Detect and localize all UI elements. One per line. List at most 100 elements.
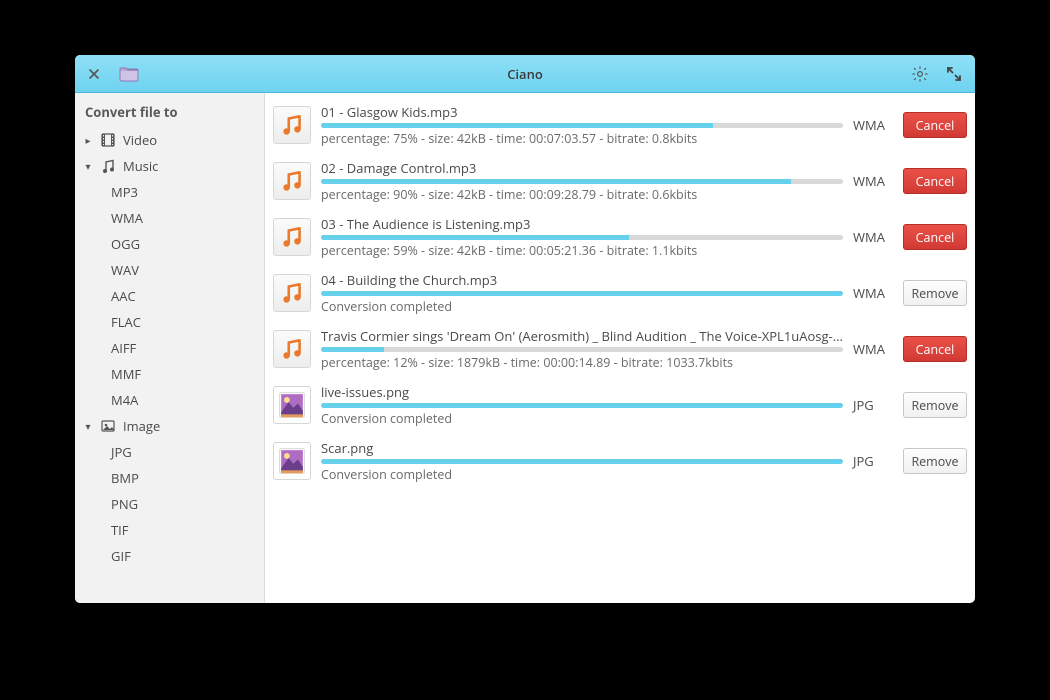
app-title: Ciano <box>75 65 975 83</box>
queue-item: live-issues.png Conversion completed JPG Re… <box>273 379 967 435</box>
category-label: Music <box>123 157 158 175</box>
open-folder-button[interactable] <box>115 62 143 86</box>
format-flac[interactable]: FLAC <box>75 309 264 335</box>
item-filename: 03 - The Audience is Listening.mp3 <box>321 215 843 233</box>
image-thumbnail <box>273 386 311 424</box>
item-status: Conversion completed <box>321 466 843 483</box>
music-note-icon <box>279 168 305 194</box>
audio-thumbnail <box>273 218 311 256</box>
category-image[interactable]: ▾ Image <box>75 413 264 439</box>
target-format: WMA <box>853 284 893 302</box>
format-aiff[interactable]: AIFF <box>75 335 264 361</box>
music-note-icon <box>279 280 305 306</box>
cancel-button[interactable]: Cancel <box>903 112 967 138</box>
format-ogg[interactable]: OGG <box>75 231 264 257</box>
chevron-right-icon: ▸ <box>83 131 93 149</box>
fullscreen-button[interactable] <box>941 61 967 87</box>
format-mp3[interactable]: MP3 <box>75 179 264 205</box>
folder-icon <box>119 66 139 82</box>
progress-bar <box>321 347 843 352</box>
item-status: percentage: 59% - size: 42kB - time: 00:… <box>321 242 843 259</box>
item-filename: 02 - Damage Control.mp3 <box>321 159 843 177</box>
settings-button[interactable] <box>907 61 933 87</box>
item-info: 01 - Glasgow Kids.mp3percentage: 75% - s… <box>321 103 843 147</box>
queue-item: 04 - Building the Church.mp3 Conversion c… <box>273 267 967 323</box>
progress-bar <box>321 123 843 128</box>
cancel-button[interactable]: Cancel <box>903 336 967 362</box>
music-note-icon <box>279 336 305 362</box>
category-label: Image <box>123 417 160 435</box>
target-format: JPG <box>853 396 893 414</box>
format-wav[interactable]: WAV <box>75 257 264 283</box>
item-filename: Travis Cormier sings 'Dream On' (Aerosmi… <box>321 327 843 345</box>
item-info: Scar.png Conversion completed <box>321 439 843 483</box>
progress-bar <box>321 179 843 184</box>
chevron-down-icon: ▾ <box>83 157 93 175</box>
progress-bar <box>321 291 843 296</box>
music-note-icon <box>279 112 305 138</box>
picture-icon <box>279 448 305 474</box>
item-info: 03 - The Audience is Listening.mp3 percen… <box>321 215 843 259</box>
close-icon <box>89 69 99 79</box>
expand-icon <box>947 67 961 81</box>
film-icon <box>99 132 117 148</box>
audio-thumbnail <box>273 274 311 312</box>
item-filename: 04 - Building the Church.mp3 <box>321 271 843 289</box>
category-label: Video <box>123 131 157 149</box>
picture-icon <box>279 392 305 418</box>
audio-thumbnail <box>273 106 311 144</box>
chevron-down-icon: ▾ <box>83 417 93 435</box>
remove-button[interactable]: Remove <box>903 392 967 418</box>
queue-item: 02 - Damage Control.mp3 percentage: 90% -… <box>273 155 967 211</box>
remove-button[interactable]: Remove <box>903 448 967 474</box>
format-m4a[interactable]: M4A <box>75 387 264 413</box>
target-format: JPG <box>853 452 893 470</box>
item-status: percentage: 12% - size: 1879kB - time: 0… <box>321 354 843 371</box>
format-png[interactable]: PNG <box>75 491 264 517</box>
format-tree: ▸ Video ▾ Music MP3WMAOGGWAVAACFLACAIFFMMFM4… <box>75 127 264 569</box>
format-mmf[interactable]: MMF <box>75 361 264 387</box>
close-button[interactable] <box>83 63 105 85</box>
titlebar: Ciano <box>75 55 975 93</box>
remove-button[interactable]: Remove <box>903 280 967 306</box>
item-filename: 01 - Glasgow Kids.mp3 <box>321 103 843 121</box>
target-format: WMA <box>853 116 893 134</box>
cancel-button[interactable]: Cancel <box>903 168 967 194</box>
queue-item: Travis Cormier sings 'Dream On' (Aerosmi… <box>273 323 967 379</box>
target-format: WMA <box>853 172 893 190</box>
format-gif[interactable]: GIF <box>75 543 264 569</box>
item-status: percentage: 90% - size: 42kB - time: 00:… <box>321 186 843 203</box>
item-info: Travis Cormier sings 'Dream On' (Aerosmi… <box>321 327 843 371</box>
target-format: WMA <box>853 228 893 246</box>
format-tif[interactable]: TIF <box>75 517 264 543</box>
category-music[interactable]: ▾ Music <box>75 153 264 179</box>
item-status: Conversion completed <box>321 410 843 427</box>
sidebar[interactable]: Convert file to ▸ Video ▾ Music MP3WMAOGGWAV… <box>75 93 265 603</box>
audio-thumbnail <box>273 330 311 368</box>
gear-icon <box>911 65 929 83</box>
cancel-button[interactable]: Cancel <box>903 224 967 250</box>
item-info: live-issues.png Conversion completed <box>321 383 843 427</box>
item-filename: live-issues.png <box>321 383 843 401</box>
audio-thumbnail <box>273 162 311 200</box>
sidebar-heading: Convert file to <box>75 101 264 127</box>
progress-bar <box>321 459 843 464</box>
queue-item: 03 - The Audience is Listening.mp3 percen… <box>273 211 967 267</box>
format-jpg[interactable]: JPG <box>75 439 264 465</box>
app-window: Ciano Convert file to ▸Video▾MusicMP3WMA… <box>75 55 975 603</box>
note-icon <box>99 158 117 174</box>
queue-item: 01 - Glasgow Kids.mp3percentage: 75% - s… <box>273 99 967 155</box>
image-icon <box>99 418 117 434</box>
format-aac[interactable]: AAC <box>75 283 264 309</box>
item-filename: Scar.png <box>321 439 843 457</box>
queue-item: Scar.png Conversion completed JPG Remove <box>273 435 967 491</box>
conversion-queue[interactable]: 01 - Glasgow Kids.mp3percentage: 75% - s… <box>265 93 975 603</box>
image-thumbnail <box>273 442 311 480</box>
item-info: 02 - Damage Control.mp3 percentage: 90% -… <box>321 159 843 203</box>
format-wma[interactable]: WMA <box>75 205 264 231</box>
item-info: 04 - Building the Church.mp3 Conversion c… <box>321 271 843 315</box>
item-status: Conversion completed <box>321 298 843 315</box>
progress-bar <box>321 403 843 408</box>
category-video[interactable]: ▸ Video <box>75 127 264 153</box>
format-bmp[interactable]: BMP <box>75 465 264 491</box>
